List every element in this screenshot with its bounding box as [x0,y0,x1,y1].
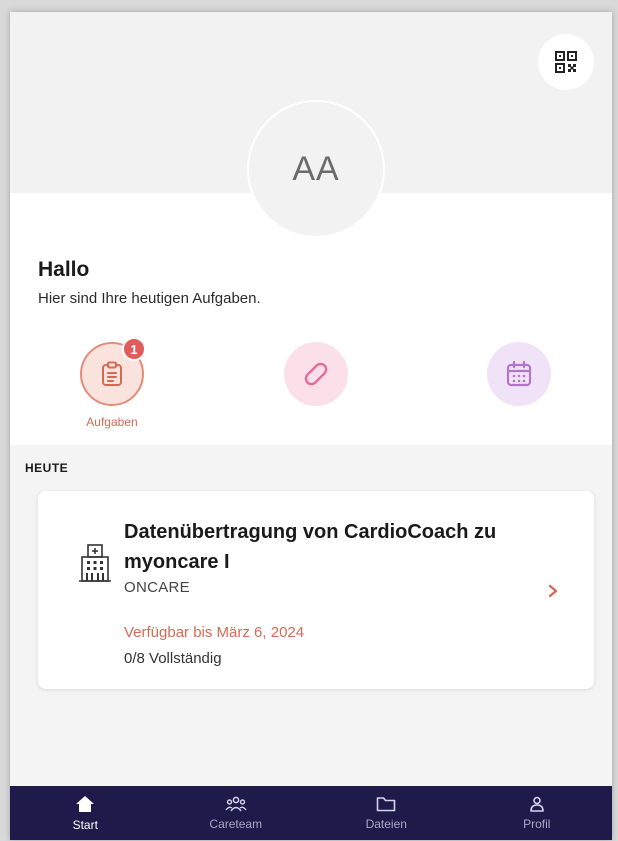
nav-dateien[interactable]: Dateien [311,786,462,840]
hospital-icon [79,544,111,582]
clipboard-icon [102,361,122,386]
qr-code-icon [555,51,577,73]
folder-icon [376,796,396,811]
task-progress: 0/8 Vollständig [124,650,222,667]
app-screen: AA Hallo Hier sind Ihre heutigen Aufgabe… [10,12,612,840]
nav-careteam-label: Careteam [209,816,263,831]
tasks-label[interactable]: Aufgaben [66,415,158,429]
task-organization: ONCARE [124,579,190,596]
nav-profil-label: Profil [523,816,551,831]
nav-dateien-label: Dateien [365,816,407,831]
bottom-navigation: Start Careteam Dateien Profil [10,786,612,840]
team-icon [225,796,247,811]
nav-start-label: Start [72,817,98,832]
nav-careteam[interactable]: Careteam [161,786,312,840]
medication-button[interactable] [284,342,348,406]
calendar-icon [506,360,532,387]
greeting-subtitle: Hier sind Ihre heutigen Aufgaben. [38,290,261,307]
pill-icon [304,362,328,386]
task-title: Datenübertragung von CardioCoach zu myon… [124,521,497,573]
greeting-title: Hallo [38,258,90,281]
home-icon [76,795,95,812]
person-icon [529,796,544,812]
tasks-count-badge: 1 [122,337,146,361]
avatar[interactable]: AA [247,100,385,238]
calendar-button[interactable] [487,342,551,406]
today-section-title: HEUTE [25,461,69,475]
device-frame: AA Hallo Hier sind Ihre heutigen Aufgabe… [0,0,618,841]
task-due-date: Verfügbar bis März 6, 2024 [124,624,305,641]
nav-profil[interactable]: Profil [462,786,613,840]
qr-code-button[interactable] [538,34,594,90]
chevron-right-icon[interactable] [546,583,560,599]
nav-start[interactable]: Start [10,786,161,840]
avatar-initials: AA [292,149,340,188]
task-card[interactable]: Datenübertragung von CardioCoach zu myon… [38,491,594,689]
